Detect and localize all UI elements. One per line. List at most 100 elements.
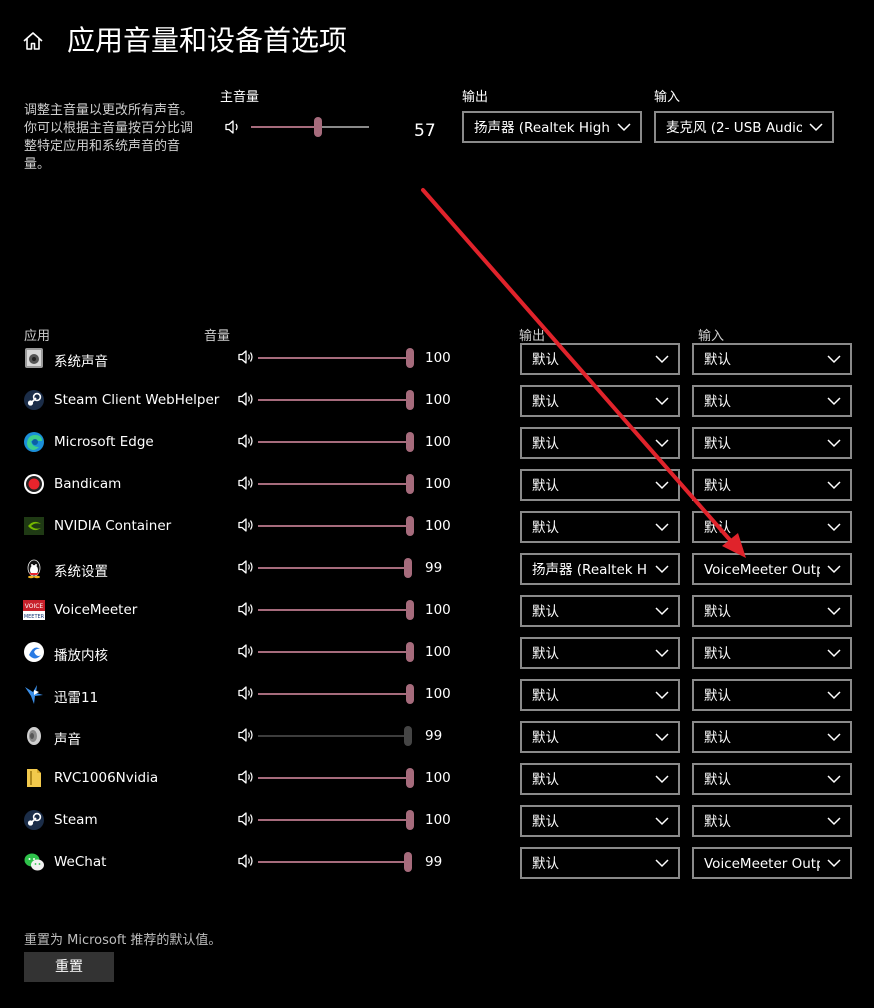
slider-thumb[interactable] bbox=[314, 117, 323, 137]
speaker-icon[interactable] bbox=[237, 811, 255, 827]
speaker-app-icon bbox=[27, 727, 41, 745]
dropdown-value: 默认 bbox=[532, 730, 559, 746]
speaker-icon[interactable] bbox=[237, 727, 255, 743]
app-volume-slider[interactable] bbox=[258, 852, 413, 872]
app-volume-value: 100 bbox=[425, 602, 451, 618]
slider-fill bbox=[258, 609, 410, 611]
slider-thumb[interactable] bbox=[406, 600, 414, 620]
master-input-dropdown[interactable]: 麦克风 (2- USB Audio bbox=[654, 111, 834, 143]
slider-fill bbox=[258, 483, 410, 485]
slider-thumb[interactable] bbox=[404, 726, 413, 746]
master-output-dropdown[interactable]: 扬声器 (Realtek High bbox=[462, 111, 642, 143]
app-input-dropdown[interactable]: 默认 bbox=[692, 343, 852, 375]
app-volume-slider[interactable] bbox=[258, 684, 414, 704]
slider-thumb[interactable] bbox=[406, 348, 414, 368]
app-output-dropdown[interactable]: 默认 bbox=[520, 385, 680, 417]
master-volume-slider[interactable] bbox=[251, 117, 369, 137]
app-output-dropdown[interactable]: 默认 bbox=[520, 805, 680, 837]
speaker-icon[interactable] bbox=[224, 119, 242, 135]
slider-thumb[interactable] bbox=[404, 558, 413, 578]
app-name: 播放内核 bbox=[54, 648, 108, 664]
steam-icon bbox=[24, 390, 44, 410]
slider-thumb[interactable] bbox=[406, 516, 414, 536]
app-input-dropdown[interactable]: 默认 bbox=[692, 469, 852, 501]
slider-fill bbox=[258, 441, 410, 443]
app-volume-slider[interactable] bbox=[258, 726, 413, 746]
app-output-dropdown[interactable]: 默认 bbox=[520, 343, 680, 375]
app-input-dropdown[interactable]: 默认 bbox=[692, 511, 852, 543]
folder-icon bbox=[27, 769, 41, 787]
app-volume-slider[interactable] bbox=[258, 600, 414, 620]
slider-thumb[interactable] bbox=[406, 474, 414, 494]
slider-thumb[interactable] bbox=[406, 390, 414, 410]
app-output-dropdown[interactable]: 扬声器 (Realtek High bbox=[520, 553, 680, 585]
chevron-down-icon bbox=[655, 481, 669, 490]
app-input-dropdown[interactable]: VoiceMeeter Output bbox=[692, 847, 852, 879]
app-input-dropdown[interactable]: 默认 bbox=[692, 679, 852, 711]
app-output-dropdown[interactable]: 默认 bbox=[520, 847, 680, 879]
dropdown-value: 默认 bbox=[704, 688, 731, 704]
app-output-dropdown[interactable]: 默认 bbox=[520, 595, 680, 627]
app-input-dropdown[interactable]: 默认 bbox=[692, 427, 852, 459]
slider-thumb[interactable] bbox=[404, 852, 413, 872]
app-name: Bandicam bbox=[54, 476, 122, 492]
app-input-dropdown[interactable]: 默认 bbox=[692, 637, 852, 669]
app-input-dropdown[interactable]: 默认 bbox=[692, 805, 852, 837]
slider-thumb[interactable] bbox=[406, 684, 414, 704]
speaker-icon[interactable] bbox=[237, 391, 255, 407]
dropdown-value: 默认 bbox=[704, 436, 731, 452]
app-input-dropdown[interactable]: 默认 bbox=[692, 721, 852, 753]
app-output-dropdown[interactable]: 默认 bbox=[520, 427, 680, 459]
app-input-dropdown[interactable]: 默认 bbox=[692, 763, 852, 795]
app-volume-slider[interactable] bbox=[258, 390, 414, 410]
slider-fill bbox=[258, 819, 410, 821]
app-output-dropdown[interactable]: 默认 bbox=[520, 721, 680, 753]
home-icon[interactable] bbox=[22, 30, 44, 52]
app-volume-slider[interactable] bbox=[258, 642, 414, 662]
speaker-icon[interactable] bbox=[237, 601, 255, 617]
app-volume-slider[interactable] bbox=[258, 474, 414, 494]
app-volume-slider[interactable] bbox=[258, 516, 414, 536]
app-input-dropdown[interactable]: 默认 bbox=[692, 595, 852, 627]
app-volume-value: 100 bbox=[425, 812, 451, 828]
app-volume-slider[interactable] bbox=[258, 810, 414, 830]
app-output-dropdown[interactable]: 默认 bbox=[520, 469, 680, 501]
reset-description: 重置为 Microsoft 推荐的默认值。 bbox=[24, 933, 222, 948]
app-input-dropdown[interactable]: VoiceMeeter Output bbox=[692, 553, 852, 585]
app-volume-slider[interactable] bbox=[258, 432, 414, 452]
chevron-down-icon bbox=[655, 607, 669, 616]
speaker-icon[interactable] bbox=[237, 475, 255, 491]
app-volume-slider[interactable] bbox=[258, 768, 414, 788]
chevron-down-icon bbox=[655, 733, 669, 742]
master-volume-value: 57 bbox=[414, 121, 436, 141]
slider-thumb[interactable] bbox=[406, 432, 414, 452]
svg-text:MEETER: MEETER bbox=[24, 614, 45, 620]
speaker-icon[interactable] bbox=[237, 517, 255, 533]
slider-thumb[interactable] bbox=[406, 810, 414, 830]
app-input-dropdown[interactable]: 默认 bbox=[692, 385, 852, 417]
edge-icon bbox=[24, 432, 44, 452]
speaker-icon[interactable] bbox=[237, 559, 255, 575]
speaker-icon[interactable] bbox=[237, 769, 255, 785]
dropdown-value: 默认 bbox=[704, 352, 731, 368]
app-volume-slider[interactable] bbox=[258, 558, 413, 578]
dropdown-value: 默认 bbox=[704, 772, 731, 788]
speaker-icon[interactable] bbox=[237, 433, 255, 449]
speaker-icon[interactable] bbox=[237, 643, 255, 659]
master-output-label: 输出 bbox=[462, 90, 489, 105]
speaker-icon[interactable] bbox=[237, 349, 255, 365]
speaker-icon[interactable] bbox=[237, 685, 255, 701]
slider-fill bbox=[258, 693, 410, 695]
slider-thumb[interactable] bbox=[406, 642, 414, 662]
chevron-down-icon bbox=[827, 817, 841, 826]
reset-button[interactable]: 重置 bbox=[24, 952, 114, 982]
app-volume-slider[interactable] bbox=[258, 348, 414, 368]
app-output-dropdown[interactable]: 默认 bbox=[520, 637, 680, 669]
thunder-icon bbox=[25, 685, 43, 704]
app-output-dropdown[interactable]: 默认 bbox=[520, 511, 680, 543]
app-output-dropdown[interactable]: 默认 bbox=[520, 763, 680, 795]
slider-fill bbox=[258, 399, 410, 401]
speaker-icon[interactable] bbox=[237, 853, 255, 869]
app-output-dropdown[interactable]: 默认 bbox=[520, 679, 680, 711]
slider-thumb[interactable] bbox=[406, 768, 414, 788]
